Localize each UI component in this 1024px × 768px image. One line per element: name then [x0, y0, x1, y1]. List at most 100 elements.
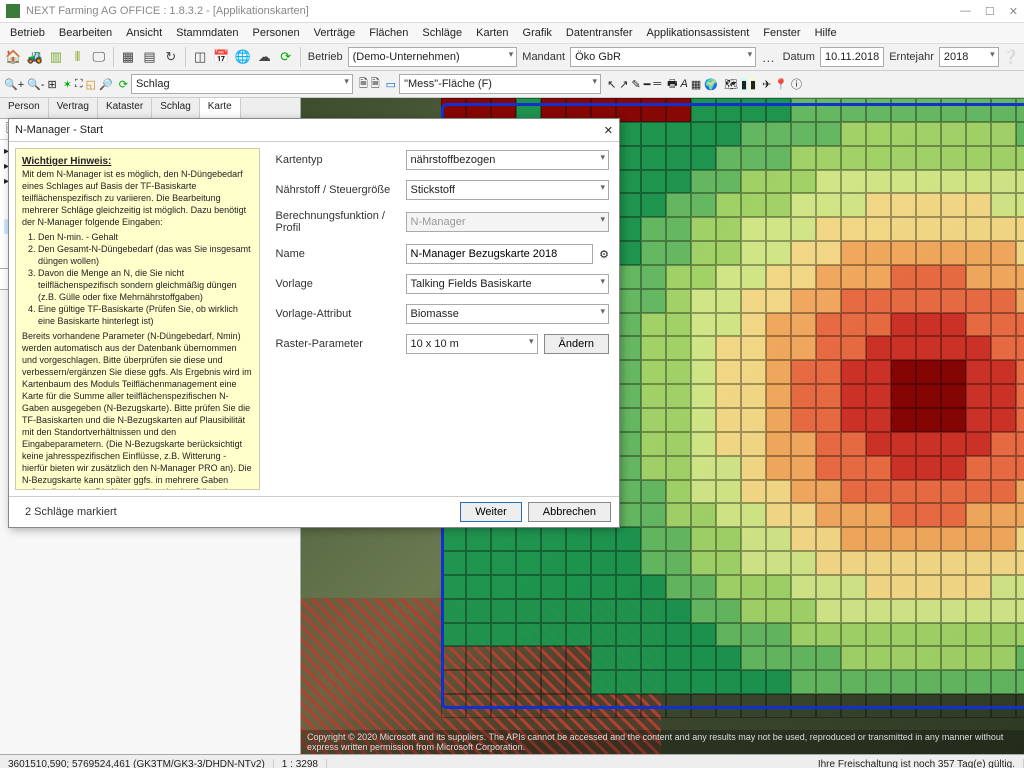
betrieb-select[interactable]: (Demo-Unternehmen) — [348, 47, 518, 67]
zoom-in-icon[interactable]: 🔍+ — [4, 78, 24, 91]
refresh-icon[interactable]: ⟳ — [277, 46, 295, 68]
status-license: Ihre Freischaltung ist noch 357 Tag(e) g… — [810, 759, 1024, 768]
search-icon[interactable]: 🔎 — [99, 78, 113, 91]
menu-item[interactable]: Fenster — [757, 25, 806, 41]
map-icon[interactable]: 🗺 — [724, 78, 738, 91]
dialog-title: N-Manager - Start — [15, 124, 103, 136]
mess-select[interactable]: "Mess"-Fläche (F) — [399, 74, 601, 94]
menu-item[interactable]: Betrieb — [4, 25, 51, 41]
menu-item[interactable]: Datentransfer — [560, 25, 639, 41]
betrieb-label: Betrieb — [306, 51, 345, 63]
status-bar: 3601510,590; 5769524,461 (GK3TM/GK3-3/DH… — [0, 754, 1024, 768]
mandant-label: Mandant — [520, 51, 567, 63]
menu-item[interactable]: Personen — [247, 25, 306, 41]
world-icon[interactable]: 🌍 — [704, 78, 718, 91]
ellipsis-icon[interactable]: … — [759, 46, 777, 68]
arrow-icon[interactable]: ↗ — [619, 78, 628, 91]
close-icon[interactable]: ✕ — [1009, 5, 1018, 18]
map-toolbar: 🔍+ 🔍- ⊞ ✶ ⛶ ◱ 🔎 ⟳ Schlag 🗎 🗎 ▭ "Mess"-Fl… — [0, 71, 1024, 98]
aendern-button[interactable]: Ändern — [544, 334, 609, 354]
globe-icon[interactable]: 🌐 — [234, 46, 252, 68]
mandant-select[interactable]: Öko GbR — [570, 47, 756, 67]
date-input[interactable]: 10.11.2018 — [820, 47, 884, 67]
line2-icon[interactable]: ═ — [653, 78, 661, 90]
tab-kataster[interactable]: Kataster — [98, 98, 152, 118]
vorlage-select[interactable]: Talking Fields Basiskarte — [406, 274, 609, 294]
minimize-icon[interactable]: — — [960, 5, 971, 18]
print-icon[interactable]: 🖶 — [667, 75, 677, 94]
extent-icon[interactable]: ✶ — [63, 78, 72, 91]
name-input[interactable] — [406, 244, 594, 264]
status-scale: 1 : 3298 — [274, 759, 327, 768]
tool-icon[interactable]: ↻ — [162, 46, 180, 68]
app-icon — [6, 4, 20, 18]
menu-item[interactable]: Hilfe — [809, 25, 843, 41]
tab-karte[interactable]: Karte — [200, 98, 241, 119]
doc-add-icon[interactable]: 🗎 — [371, 75, 380, 94]
pointer-icon[interactable]: ↖ — [607, 78, 616, 91]
tool-icon[interactable]: ▤ — [140, 46, 158, 68]
crops-icon[interactable]: ⫴ — [68, 46, 86, 68]
left-tabs: Person Vertrag Kataster Schlag Karte — [0, 98, 300, 119]
pin-icon[interactable]: 📍 — [774, 78, 788, 91]
raster-select[interactable]: 10 x 10 m — [406, 334, 538, 354]
menu-item[interactable]: Flächen — [363, 25, 414, 41]
tab-person[interactable]: Person — [0, 98, 49, 118]
menu-item[interactable]: Schläge — [416, 25, 468, 41]
fly-icon[interactable]: ✈ — [762, 78, 771, 91]
naehrstoff-select[interactable]: Stickstoff — [406, 180, 609, 200]
menu-item[interactable]: Applikationsassistent — [641, 25, 756, 41]
help-icon[interactable]: ❔ — [1002, 46, 1020, 68]
menu-item[interactable]: Bearbeiten — [53, 25, 118, 41]
tractor-icon[interactable]: 🚜 — [25, 46, 43, 68]
erntejahr-select[interactable]: 2018 — [939, 47, 999, 67]
menu-bar: Betrieb Bearbeiten Ansicht Stammdaten Pe… — [0, 23, 1024, 44]
dialog-close-icon[interactable]: ✕ — [604, 124, 613, 137]
screen-icon[interactable]: 🖵 — [90, 46, 108, 68]
layer-refresh-icon[interactable]: ⟳ — [119, 78, 128, 91]
layer-icon[interactable]: ▮ — [741, 78, 747, 91]
tab-vertrag[interactable]: Vertrag — [49, 98, 98, 118]
pen-icon[interactable]: ✎ — [632, 78, 641, 91]
map-credit: Copyright © 2020 Microsoft and its suppl… — [301, 730, 1024, 754]
zoom-out-icon[interactable]: 🔍- — [27, 78, 44, 91]
vorlage-attribut-select[interactable]: Biomasse — [406, 304, 609, 324]
menu-item[interactable]: Grafik — [517, 25, 558, 41]
menu-item[interactable]: Ansicht — [120, 25, 168, 41]
abbrechen-button[interactable]: Abbrechen — [528, 502, 611, 522]
marked-count: 2 Schläge markiert — [17, 506, 117, 518]
grid-icon[interactable]: ▦ — [691, 78, 701, 91]
window-titlebar: NEXT Farming AG OFFICE : 1.8.3.2 - [Appl… — [0, 0, 1024, 23]
field-icon[interactable]: ▥ — [47, 46, 65, 68]
layer2-icon[interactable]: ▮ — [750, 78, 756, 91]
main-toolbar: 🏠 🚜 ▥ ⫴ 🖵 ▦ ▤ ↻ ◫ 📅 🌐 ☁ ⟳ Betrieb (Demo-… — [0, 44, 1024, 71]
weiter-button[interactable]: Weiter — [460, 502, 522, 522]
erntejahr-label: Erntejahr — [887, 51, 936, 63]
menu-item[interactable]: Stammdaten — [170, 25, 244, 41]
calendar-icon[interactable]: 📅 — [212, 46, 230, 68]
maximize-icon[interactable]: ☐ — [985, 5, 995, 18]
shape-icon[interactable]: ▭ — [386, 78, 396, 91]
layout-icon[interactable]: ◫ — [191, 46, 209, 68]
status-coord: 3601510,590; 5769524,461 (GK3TM/GK3-3/DH… — [0, 759, 274, 768]
cloud-icon[interactable]: ☁ — [255, 46, 273, 68]
select-icon[interactable]: ◱ — [86, 78, 96, 91]
layer-select[interactable]: Schlag — [131, 74, 353, 94]
window-title: NEXT Farming AG OFFICE : 1.8.3.2 - [Appl… — [26, 5, 309, 17]
tab-schlag[interactable]: Schlag — [152, 98, 200, 118]
line-icon[interactable]: ━ — [644, 78, 651, 91]
fit-icon[interactable]: ⛶ — [75, 78, 83, 91]
gear-icon[interactable]: ⚙ — [593, 248, 609, 261]
zoom-reset-icon[interactable]: ⊞ — [47, 78, 56, 91]
nmanager-dialog: N-Manager - Start ✕ Wichtiger Hinweis: M… — [8, 118, 620, 528]
home-icon[interactable]: 🏠 — [4, 46, 22, 68]
doc-icon[interactable]: 🗎 — [359, 75, 368, 94]
tool-icon[interactable]: ▦ — [119, 46, 137, 68]
menu-item[interactable]: Verträge — [308, 25, 362, 41]
datum-label: Datum — [781, 51, 817, 63]
dialog-form: Kartentyp nährstoffbezogen Nährstoff / S… — [266, 142, 619, 496]
kartentyp-select[interactable]: nährstoffbezogen — [406, 150, 609, 170]
text-icon[interactable]: A — [681, 78, 688, 90]
info-icon[interactable]: ⓘ — [791, 76, 802, 92]
menu-item[interactable]: Karten — [470, 25, 514, 41]
